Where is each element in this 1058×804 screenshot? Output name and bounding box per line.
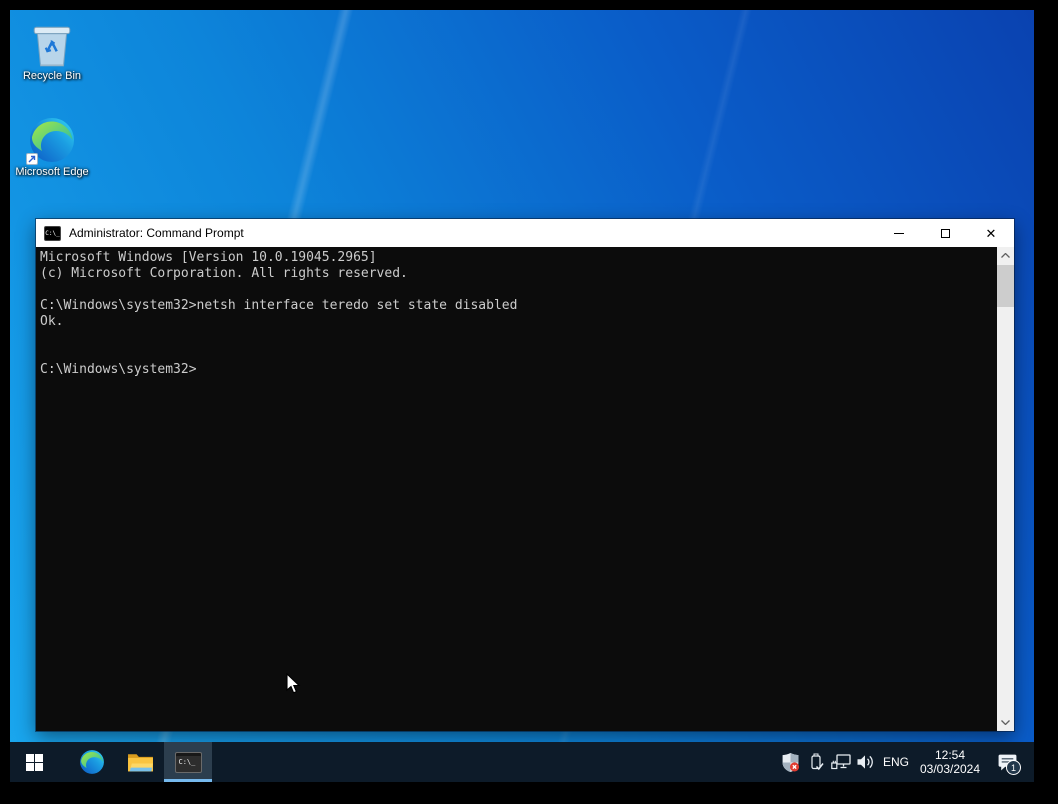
minimize-button[interactable] xyxy=(876,219,922,247)
language-indicator[interactable]: ENG xyxy=(878,755,914,769)
scrollbar-thumb[interactable] xyxy=(997,265,1014,307)
desktop-icon-label: Recycle Bin xyxy=(22,70,82,82)
start-button[interactable] xyxy=(10,742,58,782)
maximize-icon xyxy=(940,228,950,238)
tray-safely-remove-hardware-icon[interactable] xyxy=(803,742,828,782)
console-output[interactable]: Microsoft Windows [Version 10.0.19045.29… xyxy=(36,247,997,731)
desktop-icon-recycle-bin[interactable]: Recycle Bin xyxy=(12,20,92,82)
cmd-window-icon: C:\_ xyxy=(44,225,61,241)
console-area[interactable]: Microsoft Windows [Version 10.0.19045.29… xyxy=(36,247,1014,731)
action-center-button[interactable]: 1 xyxy=(986,742,1028,782)
command-prompt-icon: C:\_ xyxy=(174,751,202,773)
command-prompt-window: C:\_ Administrator: Command Prompt ✕ Mic… xyxy=(35,218,1015,732)
notification-badge: 1 xyxy=(1006,760,1021,775)
taskbar-button-microsoft-edge[interactable] xyxy=(68,742,116,782)
tray-time: 12:54 xyxy=(934,748,966,762)
clock[interactable]: 12:54 03/03/2024 xyxy=(914,748,986,776)
scroll-down-button[interactable] xyxy=(997,714,1014,731)
tray-volume-icon[interactable] xyxy=(853,742,878,782)
tray-windows-security-icon[interactable] xyxy=(778,742,803,782)
tray-network-icon[interactable] xyxy=(828,742,853,782)
scroll-up-button[interactable] xyxy=(997,247,1014,264)
window-titlebar[interactable]: C:\_ Administrator: Command Prompt ✕ xyxy=(36,219,1014,247)
close-icon: ✕ xyxy=(985,225,997,241)
shortcut-arrow-icon xyxy=(26,153,38,165)
window-title: Administrator: Command Prompt xyxy=(69,226,244,240)
taskbar-button-file-explorer[interactable] xyxy=(116,742,164,782)
desktop-icon-microsoft-edge[interactable]: Microsoft Edge xyxy=(12,116,92,178)
desktop[interactable]: Recycle Bin Microsoft Edge C:\_ Administ… xyxy=(10,10,1034,782)
chevron-down-icon xyxy=(1001,720,1010,725)
taskbar: C:\_ ENG 12:54 03/03/2024 1 xyxy=(10,742,1034,782)
screen: { "desktop": { "icons": [ { "id": "recyc… xyxy=(0,0,1058,804)
desktop-icon-label: Microsoft Edge xyxy=(15,166,89,178)
chevron-up-icon xyxy=(1001,253,1010,258)
close-button[interactable]: ✕ xyxy=(968,219,1014,247)
maximize-button[interactable] xyxy=(922,219,968,247)
edge-icon xyxy=(80,750,104,774)
minimize-icon xyxy=(894,232,904,234)
file-explorer-icon xyxy=(127,754,153,772)
taskbar-button-command-prompt[interactable]: C:\_ xyxy=(164,742,212,782)
system-tray: ENG 12:54 03/03/2024 1 xyxy=(778,742,1034,782)
windows-logo-icon xyxy=(25,753,43,771)
recycle-bin-icon xyxy=(33,26,71,67)
scrollbar[interactable] xyxy=(997,247,1014,731)
tray-date: 03/03/2024 xyxy=(919,762,981,776)
